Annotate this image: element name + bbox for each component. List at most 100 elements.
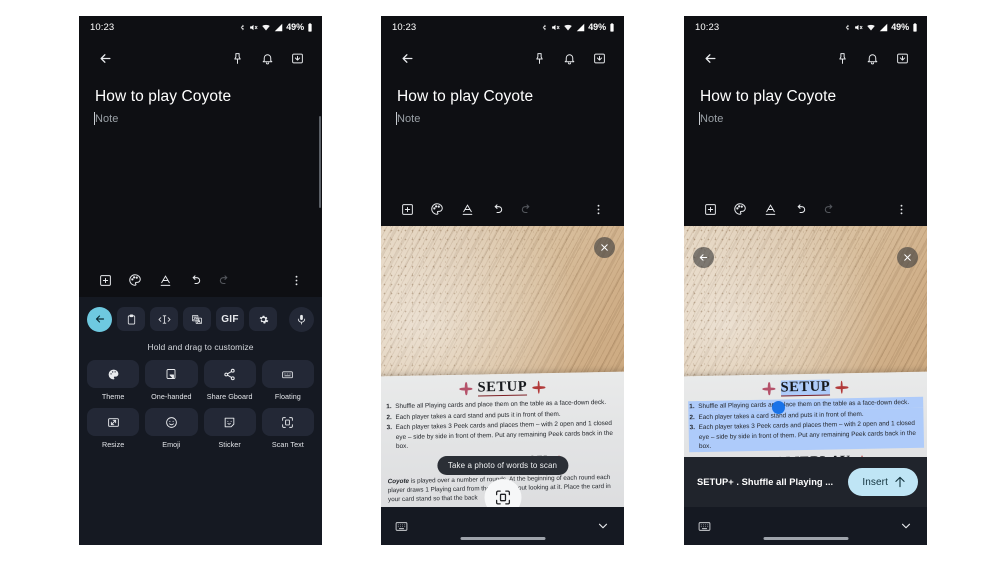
palette-button[interactable] [422, 194, 452, 224]
undo-button[interactable] [482, 194, 512, 224]
gboard-clipboard-chip[interactable] [117, 307, 145, 331]
scan-camera-viewfinder[interactable]: SETUP 1. Shuffle all Playing cards and p… [381, 226, 624, 507]
archive-button[interactable] [584, 43, 614, 73]
wifi-icon [564, 24, 573, 30]
undo-button[interactable] [180, 265, 210, 295]
note-title[interactable]: How to play Coyote [381, 78, 624, 106]
add-box-button[interactable] [90, 265, 120, 295]
redo-icon [824, 204, 833, 214]
rule-number: 1. [689, 402, 699, 412]
archive-button[interactable] [282, 43, 312, 73]
tile-icon-wrap [261, 360, 314, 388]
sparkle-icon-right [835, 380, 849, 394]
note-body-placeholder[interactable]: Note [381, 106, 624, 125]
tile-one-handed[interactable]: One-handed [145, 360, 198, 401]
back-arrow-icon [705, 53, 715, 63]
gboard-settings-chip[interactable] [249, 307, 277, 331]
redo-button [512, 194, 542, 224]
keyboard-icon [395, 521, 408, 531]
wifi-icon [867, 24, 876, 30]
back-button[interactable] [392, 43, 422, 73]
pin-button[interactable] [827, 43, 857, 73]
note-placeholder-text: Note [95, 113, 119, 125]
rule-number: 2. [689, 412, 699, 423]
add-box-button[interactable] [695, 194, 725, 224]
note-body-placeholder[interactable]: Note [79, 106, 322, 125]
gboard-translate-chip[interactable] [183, 307, 211, 331]
note-body-placeholder[interactable]: Note [684, 106, 927, 125]
tile-label: One-handed [151, 392, 192, 401]
reminder-button[interactable] [252, 43, 282, 73]
text-format-button[interactable] [150, 265, 180, 295]
format-toolbar-1 [79, 263, 322, 297]
keyboard-switch-button[interactable] [395, 521, 408, 532]
gesture-bar[interactable] [460, 537, 545, 540]
tile-resize[interactable]: Resize [87, 408, 140, 449]
scan-close-button[interactable] [897, 247, 918, 268]
note-appbar [381, 38, 624, 78]
tile-scan-text[interactable]: Scan Text [261, 408, 314, 449]
overflow-menu-icon [900, 204, 902, 214]
selection-start-handle[interactable] [772, 401, 785, 414]
insert-button[interactable]: Insert [848, 468, 918, 496]
note-title[interactable]: How to play Coyote [684, 78, 927, 106]
setup-heading-row: SETUP [689, 378, 922, 399]
one-handed-icon [166, 369, 176, 379]
gameplay-lead: Coyote [387, 477, 410, 486]
text-format-button[interactable] [452, 194, 482, 224]
note-title[interactable]: How to play Coyote [79, 78, 322, 106]
overflow-menu-button[interactable] [886, 194, 916, 224]
scan-close-button[interactable] [594, 237, 615, 258]
overflow-menu-button[interactable] [281, 265, 311, 295]
hide-keyboard-button[interactable] [899, 519, 913, 533]
share-icon [224, 368, 235, 380]
tile-icon-wrap [145, 408, 198, 436]
gboard-voice-chip[interactable] [289, 306, 314, 332]
insert-action-bar: SETUP+ . Shuffle all Playing ... Insert [684, 457, 927, 507]
tile-floating[interactable]: Floating [261, 360, 314, 401]
text-cursor-icon [157, 314, 171, 324]
text-format-button[interactable] [755, 194, 785, 224]
tile-share-gboard[interactable]: Share Gboard [203, 360, 256, 401]
tile-label: Resize [101, 440, 125, 449]
pin-icon [838, 52, 846, 64]
setup-heading[interactable]: SETUP [780, 379, 831, 397]
setup-rules-list: 1. Shuffle all Playing cards and place t… [689, 397, 924, 451]
palette-button[interactable] [120, 265, 150, 295]
gboard-text-edit-chip[interactable] [150, 307, 178, 331]
archive-icon [593, 53, 605, 63]
tile-emoji[interactable]: Emoji [145, 408, 198, 449]
sticker-icon [224, 417, 235, 427]
palette-button[interactable] [725, 194, 755, 224]
text-format-icon [462, 203, 472, 215]
note-scrollbar[interactable] [318, 116, 321, 208]
keyboard-switch-button[interactable] [698, 521, 711, 532]
tile-theme[interactable]: Theme [87, 360, 140, 401]
tile-icon-wrap [203, 360, 256, 388]
cellular-signal-icon [880, 23, 888, 31]
chevron-down-icon [598, 523, 608, 529]
gboard-gif-chip[interactable]: GIF [216, 307, 244, 331]
tile-label: Floating [274, 392, 301, 401]
pin-button[interactable] [222, 43, 252, 73]
back-button[interactable] [90, 43, 120, 73]
reminder-button[interactable] [554, 43, 584, 73]
status-clock: 10:23 [392, 21, 417, 33]
text-caret [396, 112, 398, 125]
tile-icon-wrap [261, 408, 314, 436]
format-toolbar-3 [684, 192, 927, 226]
scan-back-button[interactable] [693, 247, 714, 268]
tile-sticker[interactable]: Sticker [203, 408, 256, 449]
rule-item[interactable]: 3. Each player takes 3 Peek cards and pl… [689, 419, 924, 451]
undo-button[interactable] [785, 194, 815, 224]
hide-keyboard-button[interactable] [596, 519, 610, 533]
archive-button[interactable] [887, 43, 917, 73]
back-button[interactable] [695, 43, 725, 73]
gesture-bar[interactable] [763, 537, 848, 540]
gboard-back-chip[interactable] [87, 306, 112, 332]
overflow-menu-button[interactable] [583, 194, 613, 224]
reminder-button[interactable] [857, 43, 887, 73]
insert-button-label: Insert [862, 476, 888, 488]
pin-button[interactable] [524, 43, 554, 73]
add-box-button[interactable] [392, 194, 422, 224]
